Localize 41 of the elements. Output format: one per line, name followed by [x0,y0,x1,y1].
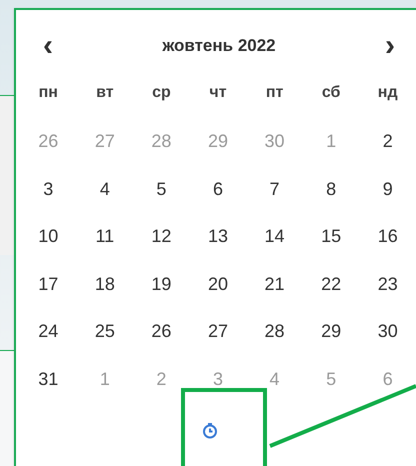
previous-month-button[interactable]: ‹ [36,31,60,61]
calendar-day[interactable]: 27 [208,318,228,346]
calendar-day[interactable]: 30 [378,318,398,346]
calendar-day[interactable]: 22 [321,270,342,298]
calendar-day[interactable]: 31 [38,366,58,393]
calendar-day[interactable]: 15 [321,223,342,250]
calendar-day[interactable]: 8 [326,176,336,203]
calendar-day[interactable]: 28 [264,318,285,346]
calendar-day[interactable]: 29 [321,318,342,346]
calendar-day[interactable]: 19 [151,270,172,298]
calendar-day[interactable]: 26 [151,318,172,346]
calendar-day[interactable]: 2 [382,128,393,156]
calendar-day[interactable]: 11 [96,223,114,250]
next-month-button[interactable]: › [378,31,402,61]
weekday-label: ср [152,83,171,103]
calendar-day[interactable]: 23 [378,270,398,298]
calendar-day[interactable]: 14 [264,223,285,250]
calendar-day[interactable]: 12 [151,223,172,250]
calendar-day[interactable]: 6 [212,176,223,203]
weekday-label: нд [378,83,398,103]
calendar-day[interactable]: 7 [270,176,280,203]
calendar-day[interactable]: 20 [208,270,228,298]
calendar-day[interactable]: 17 [38,270,58,298]
weekday-label: вт [96,83,114,103]
weekday-label: чт [209,83,227,103]
weekday-label: сб [322,83,340,103]
calendar-day[interactable]: 16 [378,223,398,250]
weekday-label: пн [38,83,58,103]
calendar-day[interactable]: 4 [100,176,110,203]
calendar-day[interactable]: 3 [43,176,54,203]
calendar-day[interactable]: 10 [38,223,58,250]
calendar-day[interactable]: 18 [94,270,115,298]
month-label: жовтень 2022 [162,35,276,58]
calendar-day[interactable]: 21 [264,270,285,298]
calendar-day[interactable]: 24 [38,318,58,346]
calendar-day[interactable]: 13 [208,223,228,250]
calendar-day[interactable]: 25 [94,318,115,346]
calendar-day[interactable]: 9 [382,176,393,203]
weekday-label: пт [266,83,284,103]
calendar-day[interactable]: 5 [156,176,166,203]
clock-icon [202,423,218,439]
